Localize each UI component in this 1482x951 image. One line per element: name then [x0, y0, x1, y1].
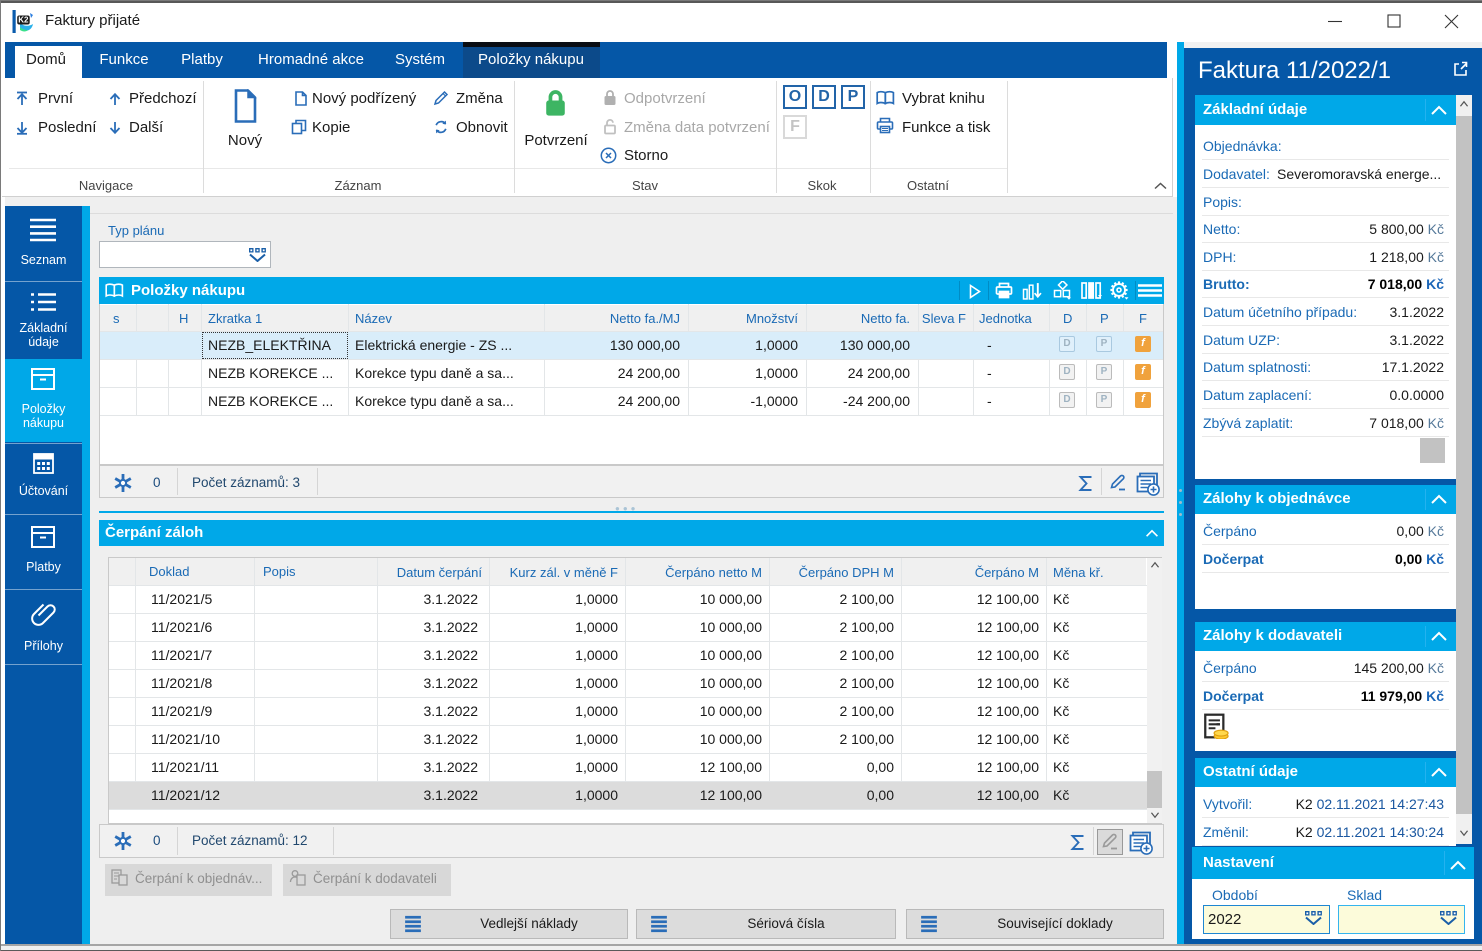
svg-text:K2: K2 — [18, 16, 29, 25]
